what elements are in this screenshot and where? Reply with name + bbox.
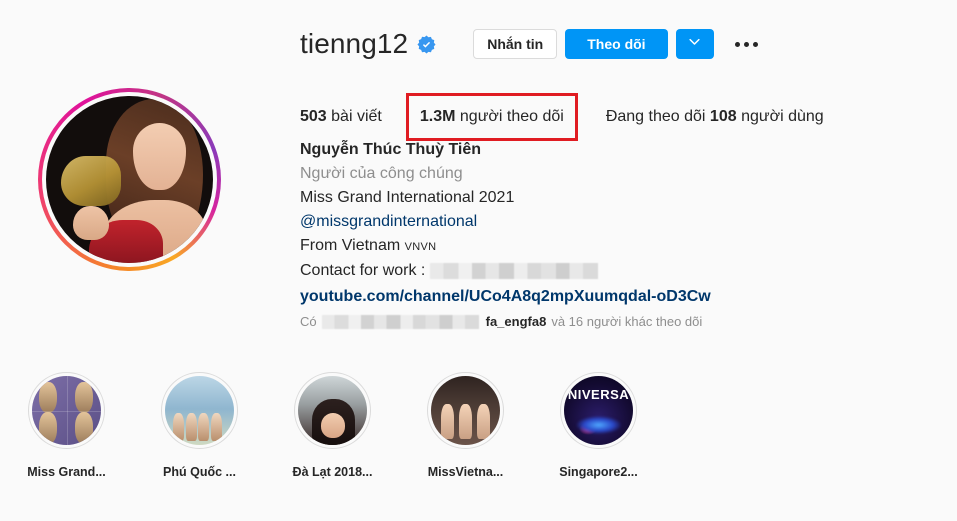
message-button[interactable]: Nhắn tin	[473, 29, 558, 59]
highlight-cover-text: NIVERSA	[567, 387, 630, 403]
bio-from-line: From Vietnam VNVN	[300, 234, 730, 259]
highlight-cover	[298, 376, 367, 445]
followed-by-username[interactable]: fa_engfa8	[486, 313, 547, 331]
page-title: tienng12	[300, 28, 409, 59]
ellipsis-icon-dot	[753, 41, 759, 47]
highlight-ring: NIVERSA	[560, 372, 637, 449]
avatar-art-face	[132, 122, 187, 190]
following-prefix: Đang theo dõi	[605, 108, 706, 125]
highlight-label: Singapore2...	[559, 465, 638, 479]
highlight-ring	[28, 372, 105, 449]
avatar[interactable]	[46, 96, 213, 263]
profile-header-row: tienng12 Nhắn tin Theo dõi	[300, 27, 762, 61]
followed-by-suffix: và 16 người khác theo dõi	[551, 314, 703, 329]
highlight-ring	[161, 372, 238, 449]
verified-badge-icon	[417, 34, 436, 54]
bio-country-flag-text: VNVN	[404, 241, 437, 253]
follow-dropdown-button[interactable]	[675, 29, 714, 59]
story-highlights: Miss Grand... Phú Quốc ... Đà Lạt 2018..…	[0, 372, 680, 480]
profile-bio: Nguyễn Thúc Thuỳ Tiên Người của công chú…	[300, 138, 730, 309]
following-stat[interactable]: Đang theo dõi 108 người dùng	[606, 105, 824, 129]
highlight-cover: NIVERSA	[564, 376, 633, 445]
highlight-cover	[165, 376, 234, 445]
bio-external-link[interactable]: youtube.com/channel/UCo4A8q2mpXuumqdal-o…	[300, 285, 730, 309]
avatar-art-crown	[61, 156, 122, 207]
profile-avatar-story-ring[interactable]	[38, 88, 221, 271]
bio-title-line: Miss Grand International 2021	[300, 189, 515, 206]
highlight-ring	[294, 372, 371, 449]
followers-stat[interactable]: 1.3M người theo dõi	[405, 93, 578, 141]
redacted-follower-names	[321, 315, 479, 329]
highlight-label: Miss Grand...	[27, 465, 106, 479]
followers-label: người theo dõi	[459, 108, 564, 125]
profile-stats: 503 bài viết 1.3M người theo dõi Đang th…	[300, 93, 824, 141]
followed-by-prefix: Có	[300, 314, 317, 329]
posts-stat: 503 bài viết	[300, 105, 382, 129]
bio-category: Người của công chúng	[300, 165, 463, 182]
posts-count: 503	[300, 108, 327, 125]
bio-full-name: Nguyễn Thúc Thuỳ Tiên	[300, 141, 482, 158]
followed-by-line: Có fa_engfa8 và 16 người khác theo dõi	[300, 313, 702, 331]
chevron-down-icon	[687, 34, 702, 54]
bio-contact-label: Contact for work :	[300, 262, 426, 279]
highlight-item[interactable]: NIVERSA Singapore2...	[532, 372, 665, 480]
avatar-art-hand	[72, 206, 110, 240]
bio-mention-link[interactable]: @missgrandinternational	[300, 210, 730, 234]
highlight-ring	[427, 372, 504, 449]
redacted-contact-value	[430, 263, 599, 279]
bio-contact-line: Contact for work :	[300, 259, 730, 283]
highlight-cover	[431, 376, 500, 445]
following-label: người dùng	[741, 108, 824, 125]
highlight-item[interactable]: Đà Lạt 2018...	[266, 372, 399, 480]
follow-button[interactable]: Theo dõi	[565, 29, 668, 59]
avatar-inner-gap	[42, 92, 217, 267]
highlight-item[interactable]: Miss Grand...	[0, 372, 133, 480]
highlight-item[interactable]: MissVietna...	[399, 372, 532, 480]
following-count: 108	[709, 108, 737, 125]
instagram-profile-page: tienng12 Nhắn tin Theo dõi 503 bài viết …	[0, 0, 957, 521]
highlight-label: MissVietna...	[427, 465, 504, 479]
highlight-cover	[32, 376, 101, 445]
options-button[interactable]	[732, 31, 762, 57]
highlight-item[interactable]: Phú Quốc ...	[133, 372, 266, 480]
bio-from-prefix: From Vietnam	[300, 237, 401, 254]
ellipsis-icon-dot	[744, 41, 750, 47]
highlight-label: Đà Lạt 2018...	[292, 465, 373, 479]
highlight-label: Phú Quốc ...	[163, 465, 236, 479]
followers-count: 1.3M	[419, 108, 456, 125]
ellipsis-icon-dot	[735, 41, 741, 47]
posts-label: bài viết	[331, 108, 382, 125]
